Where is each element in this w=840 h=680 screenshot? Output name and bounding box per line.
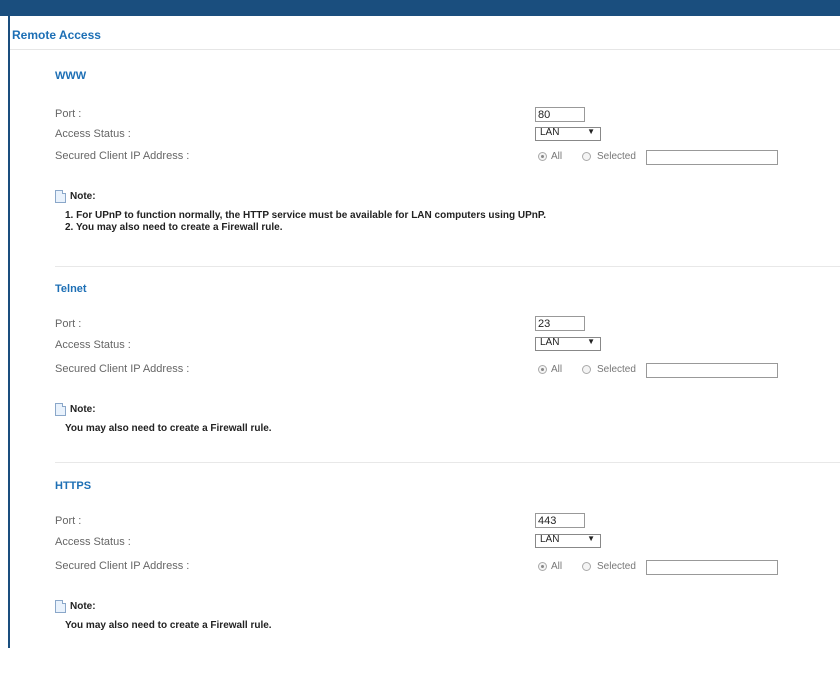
secured-ip-label: Secured Client IP Address : — [55, 560, 190, 572]
note-icon — [55, 403, 66, 416]
note-title: Note: — [70, 191, 96, 202]
section-title: Telnet — [55, 283, 87, 295]
section-telnet: Telnet Port : Access Status : LAN ▼ Secu… — [10, 283, 840, 483]
select-value: LAN — [540, 337, 560, 348]
section-www: WWW Port : Access Status : LAN ▼ Secured… — [10, 70, 840, 270]
radio-all-label: All — [551, 151, 563, 162]
radio-selected-label: Selected — [597, 151, 636, 162]
select-value: LAN — [540, 534, 560, 545]
port-label: Port : — [55, 108, 82, 120]
access-status-label: Access Status : — [55, 339, 131, 351]
chevron-down-icon: ▼ — [587, 534, 595, 543]
https-ip-input[interactable] — [646, 560, 778, 575]
top-bar — [0, 0, 840, 16]
title-divider — [10, 49, 840, 50]
port-label: Port : — [55, 318, 82, 330]
https-port-input[interactable] — [535, 513, 585, 528]
https-radio-selected[interactable] — [582, 562, 591, 571]
chevron-down-icon: ▼ — [587, 127, 595, 136]
secured-ip-label: Secured Client IP Address : — [55, 363, 190, 375]
note-line: 2. You may also need to create a Firewal… — [65, 222, 283, 233]
section-divider — [55, 462, 840, 463]
page-title: Remote Access — [12, 28, 101, 42]
telnet-radio-selected[interactable] — [582, 365, 591, 374]
www-radio-selected[interactable] — [582, 152, 591, 161]
section-https: HTTPS Port : Access Status : LAN ▼ Secur… — [10, 480, 840, 680]
access-status-label: Access Status : — [55, 536, 131, 548]
note-icon — [55, 190, 66, 203]
https-access-status-select[interactable]: LAN ▼ — [535, 534, 601, 548]
select-value: LAN — [540, 127, 560, 138]
section-divider — [55, 266, 840, 267]
note-icon — [55, 600, 66, 613]
section-title: HTTPS — [55, 480, 92, 492]
https-radio-all[interactable] — [538, 562, 547, 571]
note-title: Note: — [70, 601, 96, 612]
radio-all-label: All — [551, 364, 563, 375]
www-access-status-select[interactable]: LAN ▼ — [535, 127, 601, 141]
www-radio-all[interactable] — [538, 152, 547, 161]
note-line: You may also need to create a Firewall r… — [65, 423, 272, 434]
port-label: Port : — [55, 515, 82, 527]
access-status-label: Access Status : — [55, 128, 131, 140]
secured-ip-label: Secured Client IP Address : — [55, 150, 190, 162]
radio-selected-label: Selected — [597, 561, 636, 572]
radio-all-label: All — [551, 561, 563, 572]
note-line: You may also need to create a Firewall r… — [65, 620, 272, 631]
telnet-access-status-select[interactable]: LAN ▼ — [535, 337, 601, 351]
telnet-radio-all[interactable] — [538, 365, 547, 374]
note-title: Note: — [70, 404, 96, 415]
section-title: WWW — [55, 70, 87, 82]
telnet-port-input[interactable] — [535, 316, 585, 331]
www-ip-input[interactable] — [646, 150, 778, 165]
chevron-down-icon: ▼ — [587, 337, 595, 346]
telnet-ip-input[interactable] — [646, 363, 778, 378]
www-port-input[interactable] — [535, 107, 585, 122]
note-line: 1. For UPnP to function normally, the HT… — [65, 210, 547, 221]
radio-selected-label: Selected — [597, 364, 636, 375]
